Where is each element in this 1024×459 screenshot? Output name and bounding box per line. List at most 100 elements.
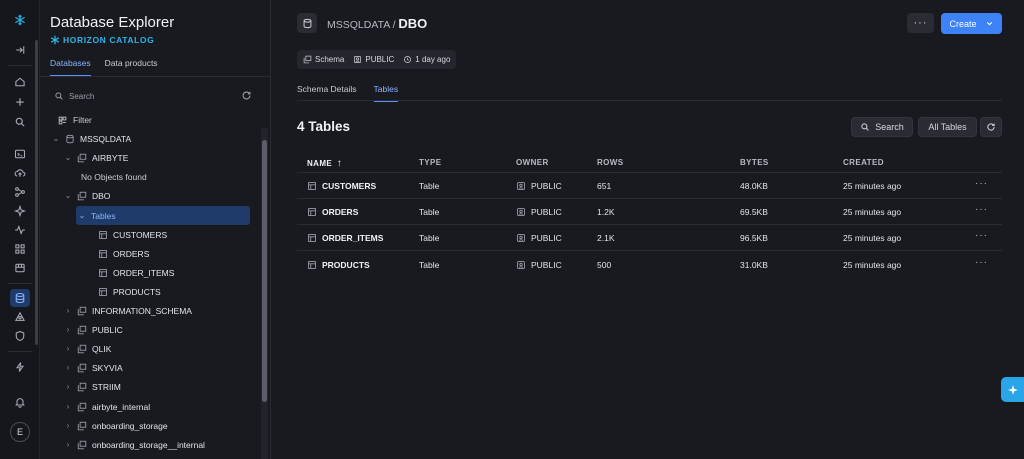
create-button[interactable]: Create: [941, 13, 1002, 34]
tree-node-label: ORDER_ITEMS: [113, 267, 175, 278]
tree-node-mssqldata[interactable]: ⌄ MSSQLDATA: [52, 129, 132, 148]
database-explorer-panel: Database Explorer HORIZON CATALOG Databa…: [40, 0, 271, 459]
search-icon: [861, 123, 870, 131]
table-row[interactable]: ORDERS Table PUBLIC 1.2K 69.5KB 25 minut…: [297, 199, 1002, 225]
collapse-sidebar-icon[interactable]: [10, 41, 30, 59]
chip-owner: PUBLIC: [353, 55, 394, 64]
explorer-scrollbar[interactable]: [261, 128, 268, 459]
tree-node-airbyte-internal[interactable]: › airbyte_internal: [64, 397, 150, 416]
tab-databases[interactable]: Databases: [50, 58, 91, 77]
table-search-label: Search: [875, 122, 904, 132]
tree-node-qlik[interactable]: › QLIK: [64, 339, 112, 358]
filter-button[interactable]: Filter: [58, 115, 92, 125]
database-icon: [66, 134, 74, 143]
table-row[interactable]: CUSTOMERS Table PUBLIC 651 48.0KB 25 min…: [297, 173, 1002, 199]
tree-node-label: INFORMATION_SCHEMA: [92, 305, 192, 316]
page-title: DBO: [398, 16, 428, 31]
column-header-created[interactable]: CREATED: [843, 158, 884, 167]
refresh-icon[interactable]: [241, 90, 252, 101]
bell-icon[interactable]: [10, 393, 30, 411]
search-icon[interactable]: [10, 113, 30, 131]
tree-node-orders[interactable]: ORDERS: [98, 244, 149, 263]
activity-icon[interactable]: [10, 221, 30, 239]
data-flow-icon[interactable]: [10, 183, 30, 201]
apps-grid-icon[interactable]: [10, 240, 30, 258]
tree-node-tables[interactable]: ⌄ Tables: [76, 206, 250, 225]
cell-bytes: 48.0KB: [740, 181, 768, 191]
shield-icon[interactable]: [10, 327, 30, 345]
column-header-name[interactable]: NAME ↑: [307, 158, 342, 169]
tree-node-order-items[interactable]: ORDER_ITEMS: [98, 263, 174, 282]
tree-node-dbo[interactable]: ⌄ DBO: [64, 186, 111, 205]
cell-created: 25 minutes ago: [843, 260, 902, 270]
tree-node-striim[interactable]: › STRIIM: [64, 377, 121, 396]
tree-node-onboarding-storage[interactable]: › onboarding_storage: [64, 416, 168, 435]
tab-data-products[interactable]: Data products: [105, 58, 158, 77]
schema-icon: [303, 55, 312, 64]
schema-badge: [297, 13, 317, 33]
tree-node-airbyte[interactable]: ⌄ AIRBYTE: [64, 148, 129, 167]
cell-created: 25 minutes ago: [843, 181, 902, 191]
column-header-bytes[interactable]: BYTES: [740, 158, 769, 167]
column-header-label: NAME: [307, 159, 333, 168]
cell-name[interactable]: PRODUCTS: [307, 260, 370, 270]
chip-owner-label: PUBLIC: [365, 55, 395, 64]
row-menu-button[interactable]: ···: [975, 257, 988, 268]
database-icon[interactable]: [10, 289, 30, 307]
row-menu-button[interactable]: ···: [975, 204, 988, 215]
cloud-upload-icon[interactable]: [10, 164, 30, 182]
table-row[interactable]: ORDER_ITEMS Table PUBLIC 2.1K 96.5KB 25 …: [297, 225, 1002, 251]
tree-node-products[interactable]: PRODUCTS: [98, 282, 161, 301]
table-row[interactable]: PRODUCTS Table PUBLIC 500 31.0KB 25 minu…: [297, 252, 1002, 278]
rail-scrollbar[interactable]: [35, 40, 38, 345]
plus-icon[interactable]: [10, 93, 30, 111]
tree-node-skyvia[interactable]: › SKYVIA: [64, 358, 123, 377]
tree-node-onboarding-storage-internal[interactable]: › onboarding_storage__internal: [64, 435, 205, 454]
cell-name[interactable]: CUSTOMERS: [307, 181, 376, 191]
table-refresh-button[interactable]: [980, 117, 1002, 137]
user-avatar[interactable]: E: [10, 422, 30, 442]
table-icon: [99, 230, 107, 239]
sort-arrow-icon: ↑: [336, 158, 343, 169]
cell-name[interactable]: ORDER_ITEMS: [307, 233, 383, 243]
column-header-rows[interactable]: ROWS: [597, 158, 624, 167]
cell-created: 25 minutes ago: [843, 207, 902, 217]
cell-rows: 500: [597, 260, 612, 270]
marketplace-icon[interactable]: [10, 259, 30, 277]
scrollbar-thumb[interactable]: [262, 140, 267, 402]
cell-name[interactable]: ORDERS: [307, 207, 358, 217]
all-tables-filter-button[interactable]: All Tables: [918, 117, 977, 137]
table-search-button[interactable]: Search: [851, 117, 913, 137]
table-icon: [99, 268, 107, 277]
chevron-right-icon: ›: [66, 402, 70, 411]
main-content: MSSQLDATA / DBO ··· Create Schema PUBLIC…: [271, 0, 1024, 459]
row-menu-button[interactable]: ···: [975, 178, 988, 189]
tree-node-label: DBO: [92, 190, 111, 201]
explorer-search-input[interactable]: Search: [54, 88, 250, 104]
breadcrumb-database[interactable]: MSSQLDATA: [327, 19, 390, 31]
tree-node-label: No Objects found: [81, 171, 147, 182]
column-header-owner[interactable]: OWNER: [516, 158, 549, 167]
tree-node-customers[interactable]: CUSTOMERS: [98, 225, 167, 244]
home-icon[interactable]: [10, 73, 30, 91]
chip-type: Schema: [303, 55, 344, 64]
cell-rows: 1.2K: [597, 207, 615, 217]
schema-metadata-chips: Schema PUBLIC 1 day ago: [297, 50, 457, 69]
copilot-button[interactable]: [1001, 377, 1024, 402]
owner-name: PUBLIC: [531, 181, 562, 191]
tree-node-public[interactable]: › PUBLIC: [64, 320, 123, 339]
ai-sparkle-icon[interactable]: [10, 202, 30, 220]
tree-node-label: PRODUCTS: [113, 286, 161, 297]
table-icon: [308, 261, 316, 269]
lightning-icon[interactable]: [10, 358, 30, 376]
triangle-network-icon[interactable]: [10, 308, 30, 326]
chevron-down-icon: ⌄: [52, 134, 60, 143]
terminal-icon[interactable]: [10, 145, 30, 163]
more-options-button[interactable]: ···: [907, 13, 934, 33]
snowflake-logo-icon[interactable]: [10, 11, 30, 29]
user-badge-icon: [517, 261, 525, 269]
row-menu-button[interactable]: ···: [975, 230, 988, 241]
chevron-right-icon: ›: [66, 382, 70, 391]
tree-node-information-schema[interactable]: › INFORMATION_SCHEMA: [64, 301, 192, 320]
column-header-type[interactable]: TYPE: [419, 158, 442, 167]
